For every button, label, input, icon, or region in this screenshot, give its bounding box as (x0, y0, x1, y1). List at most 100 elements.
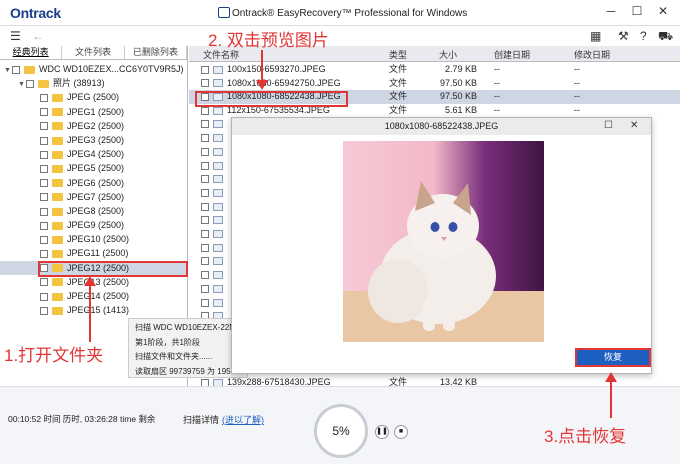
checkbox[interactable] (40, 221, 48, 230)
checkbox[interactable] (201, 216, 209, 225)
column-header-modified[interactable]: 修改日期 (574, 48, 610, 61)
back-arrow-icon[interactable]: ← (32, 29, 44, 43)
tree-folder[interactable]: JPEG7 (2500) (0, 190, 188, 204)
scan-tooltip: 扫描 WDC WD10EZEX-22M 第1阶段，共1阶段 扫描文件和文件夹..… (128, 318, 248, 378)
tree-folder[interactable]: JPEG2 (2500) (0, 119, 188, 133)
tree-folder[interactable]: JPEG9 (2500) (0, 218, 188, 232)
file-type: 文件 (389, 64, 408, 74)
checkbox[interactable] (12, 65, 20, 74)
checkbox[interactable] (201, 120, 209, 129)
tree-label: JPEG2 (2500) (67, 120, 125, 131)
checkbox[interactable] (201, 79, 209, 88)
checkbox[interactable] (201, 188, 209, 197)
file-size: 5.61 KB (444, 105, 477, 116)
folder-icon (52, 306, 63, 315)
file-created: -- (494, 64, 500, 74)
image-file-icon (213, 120, 223, 129)
menu-icon[interactable]: ☰ (10, 29, 21, 43)
file-type: 文件 (389, 91, 408, 102)
tab-file-list[interactable]: 文件列表 (62, 46, 125, 59)
checkbox[interactable] (201, 106, 209, 115)
tab-classic-list[interactable]: 经典列表 (0, 46, 63, 59)
folder-icon (52, 179, 63, 188)
tree-drive[interactable]: ▼ WDC WD10EZEX...CC6Y0TV9R5J) (0, 62, 188, 76)
tree-folder[interactable]: JPEG (2500) (0, 90, 188, 104)
checkbox[interactable] (40, 164, 48, 173)
checkbox[interactable] (40, 179, 48, 188)
folder-icon (52, 278, 63, 287)
preview-maximize-button[interactable]: ☐ (604, 120, 613, 131)
tree-folder[interactable]: JPEG1 (2500) (0, 105, 188, 119)
checkbox[interactable] (40, 193, 48, 202)
checkbox[interactable] (40, 235, 48, 244)
stop-button[interactable]: ■ (394, 425, 408, 439)
checkbox[interactable] (201, 65, 209, 74)
checkbox[interactable] (201, 202, 209, 211)
pause-button[interactable]: ❚❚ (375, 425, 389, 439)
checkbox[interactable] (201, 175, 209, 184)
tree-folder[interactable]: JPEG4 (2500) (0, 147, 188, 161)
column-header-created[interactable]: 创建日期 (494, 48, 530, 61)
restore-button[interactable]: 恢复 (575, 348, 651, 367)
checkbox[interactable] (26, 79, 34, 88)
checkbox[interactable] (40, 250, 48, 259)
checkbox[interactable] (40, 278, 48, 287)
file-row[interactable]: 100x150-6‪593270.JPEG 文件 2.79 KB -- -- (189, 63, 680, 77)
folder-icon (52, 164, 63, 173)
preview-title: 1080x1080-68522438.JPEG (232, 118, 651, 135)
minimize-button[interactable]: ─ (603, 4, 619, 18)
tab-deleted-list[interactable]: 已删除列表 (125, 46, 187, 59)
checkbox[interactable] (40, 122, 48, 131)
checkbox[interactable] (40, 150, 48, 159)
tree-folder[interactable]: JPEG11 (2500) (0, 246, 188, 260)
column-header-size[interactable]: 大小 (439, 48, 457, 61)
tooltip-line: 扫描 WDC WD10EZEX-22M (135, 323, 236, 332)
checkbox[interactable] (201, 284, 209, 293)
folder-icon (52, 150, 63, 159)
maximize-button[interactable]: ☐ (629, 4, 645, 18)
checkbox[interactable] (40, 94, 48, 102)
checkbox[interactable] (201, 161, 209, 170)
tree-label: JPEG14 (2500) (67, 291, 130, 301)
preview-image (343, 141, 544, 342)
tree-folder[interactable]: JPEG8 (2500) (0, 204, 188, 218)
tree-label: JPEG4 (2500) (67, 149, 125, 160)
file-modified: -- (574, 64, 580, 74)
preview-close-button[interactable]: ✕ (630, 120, 638, 131)
toolbar: ☰ ← ▦ ⚒ ? ⛟ (0, 26, 680, 46)
checkbox[interactable] (201, 134, 209, 143)
checkbox[interactable] (201, 243, 209, 252)
tree-folder[interactable]: JPEG5 (2500) (0, 161, 188, 175)
column-header-type[interactable]: 类型 (389, 48, 407, 61)
elapsed-time-text: 00:10:52 时间 历时, 03:26:28 time 剩余 (8, 414, 156, 424)
folder-icon (52, 193, 63, 202)
app-icon (218, 7, 230, 18)
wrench-icon[interactable]: ⚒ (618, 29, 629, 43)
checkbox[interactable] (40, 292, 48, 301)
tree-folder[interactable]: JPEG14 (2500) (0, 289, 188, 303)
folder-icon (38, 79, 49, 88)
tree-folder[interactable]: JPEG15 (1413) (0, 303, 188, 317)
checkbox[interactable] (40, 136, 48, 145)
checkbox[interactable] (40, 207, 48, 216)
tree-folder[interactable]: JPEG6 (2500) (0, 176, 188, 190)
file-row[interactable]: 1080x1080-65942750.JPEG 文件 97.50 KB -- -- (189, 77, 680, 91)
grid-view-icon[interactable]: ▦ (590, 29, 601, 43)
image-file-icon (213, 79, 223, 88)
checkbox[interactable] (201, 230, 209, 239)
scan-details-link[interactable]: (进以了解) (222, 413, 264, 426)
checkbox[interactable] (201, 257, 209, 266)
help-icon[interactable]: ? (640, 29, 647, 43)
checkbox[interactable] (201, 147, 209, 156)
checkbox[interactable] (40, 108, 48, 117)
checkbox[interactable] (201, 298, 209, 307)
tree-folder[interactable]: JPEG3 (2500) (0, 133, 188, 147)
tree-label: JPEG3 (2500) (67, 134, 125, 145)
cart-icon[interactable]: ⛟ (658, 29, 673, 45)
folder-icon (52, 136, 63, 145)
tree-photos[interactable]: ▼ 照片 (38913) (0, 76, 188, 90)
tree-folder[interactable]: JPEG10 (2500) (0, 232, 188, 246)
checkbox[interactable] (201, 271, 209, 280)
checkbox[interactable] (40, 306, 48, 315)
close-button[interactable]: ✕ (655, 4, 671, 18)
